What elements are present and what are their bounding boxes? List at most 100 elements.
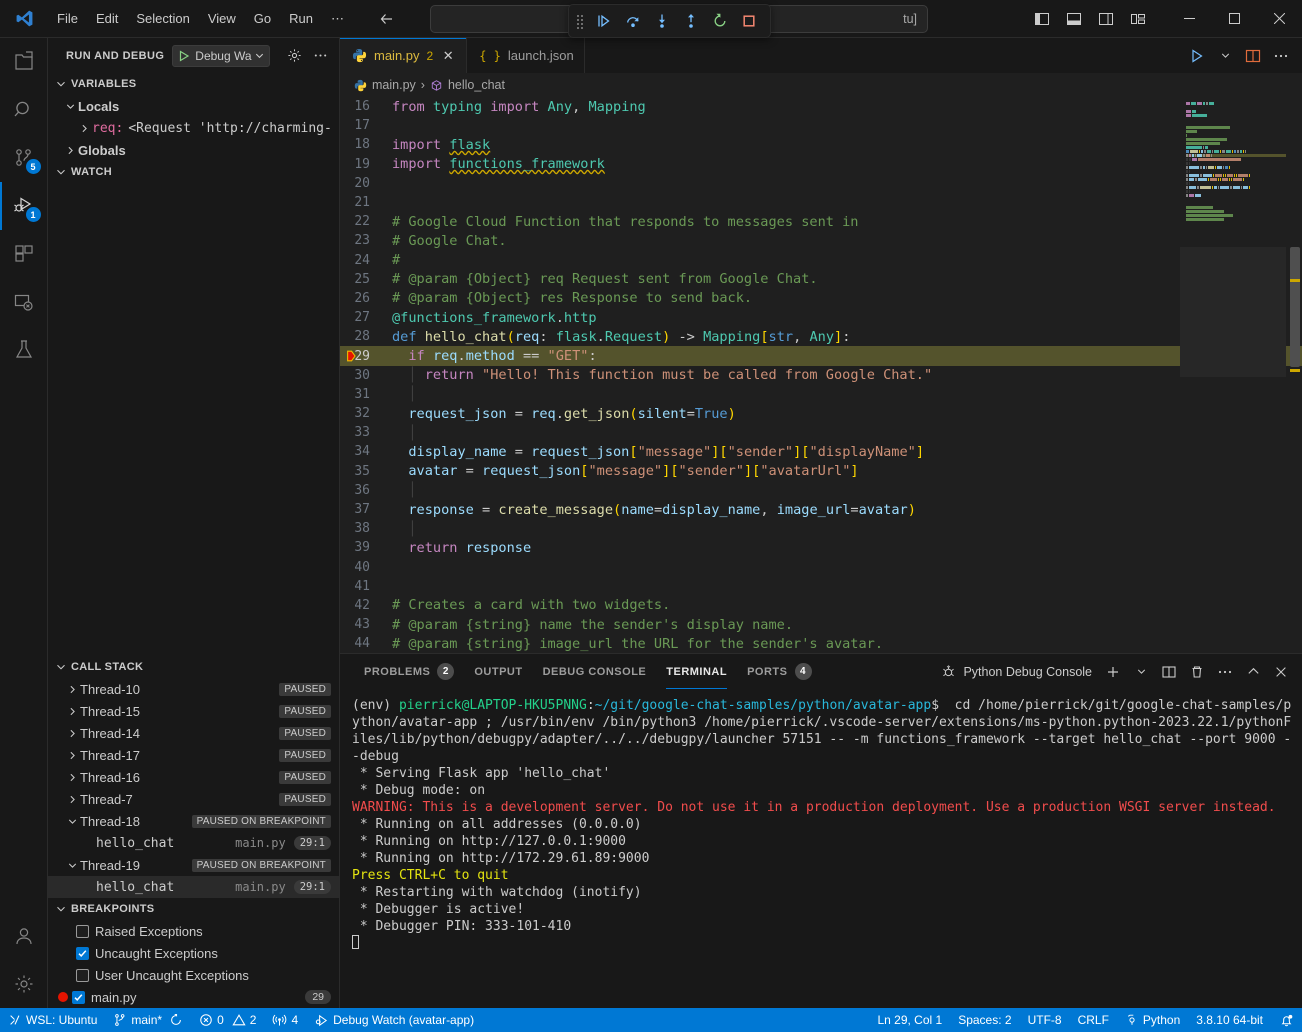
code-line[interactable]: 27@functions_framework.http — [340, 308, 1302, 327]
code-lines[interactable]: 16from typing import Any, Mapping1718imp… — [340, 97, 1302, 653]
call-stack-thread[interactable]: Thread-19 PAUSED ON BREAKPOINT — [48, 854, 339, 876]
activity-search-icon[interactable] — [0, 86, 48, 134]
minimize-button[interactable] — [1167, 0, 1212, 38]
menu-more[interactable]: ⋯ — [322, 7, 353, 31]
call-stack-thread[interactable]: Thread-18 PAUSED ON BREAKPOINT — [48, 810, 339, 832]
editor-scrollbar-thumb[interactable] — [1290, 247, 1300, 367]
menu-edit[interactable]: Edit — [87, 7, 127, 30]
call-stack-frame-selected[interactable]: hello_chat main.py 29:1 — [48, 876, 339, 898]
open-launch-settings-icon[interactable] — [283, 45, 305, 67]
code-line[interactable]: 20 — [340, 174, 1302, 193]
code-line[interactable]: 26# @param {Object} res Response to send… — [340, 289, 1302, 308]
step-out-button[interactable] — [678, 8, 704, 34]
code-line[interactable]: 22# Google Cloud Function that responds … — [340, 212, 1302, 231]
start-debugging-icon[interactable] — [173, 50, 195, 62]
code-line[interactable]: 21 — [340, 193, 1302, 212]
status-indentation[interactable]: Spaces: 2 — [950, 1008, 1019, 1032]
code-line[interactable]: 16from typing import Any, Mapping — [340, 97, 1302, 116]
code-line[interactable]: 35 avatar = request_json["message"]["sen… — [340, 462, 1302, 481]
menu-go[interactable]: Go — [245, 7, 280, 30]
toggle-primary-sidebar-icon[interactable] — [1027, 5, 1057, 33]
call-stack-thread[interactable]: Thread-7 PAUSED — [48, 788, 339, 810]
status-ports[interactable]: 4 — [264, 1008, 306, 1032]
variable-item-req[interactable]: req: <Request 'http://charming-tro… — [48, 117, 339, 139]
code-line[interactable]: 29 if req.method == "GET": — [340, 346, 1302, 365]
tab-terminal[interactable]: TERMINAL — [656, 654, 737, 689]
variables-header[interactable]: VARIABLES — [48, 73, 339, 95]
code-line[interactable]: 25# @param {Object} req Request sent fro… — [340, 270, 1302, 289]
code-line[interactable]: 28def hello_chat(req: flask.Request) -> … — [340, 327, 1302, 346]
minimap[interactable] — [1180, 97, 1286, 653]
code-line[interactable]: 37 response = create_message(name=displa… — [340, 500, 1302, 519]
call-stack-thread[interactable]: Thread-16 PAUSED — [48, 766, 339, 788]
status-eol[interactable]: CRLF — [1070, 1008, 1117, 1032]
terminal-output[interactable]: (env) pierrick@LAPTOP-HKU5PNNG:~/git/goo… — [340, 689, 1302, 1008]
code-line[interactable]: 44# @param {string} image_url the URL fo… — [340, 634, 1302, 653]
breakpoint-item[interactable]: User Uncaught Exceptions — [48, 964, 339, 986]
editor-more-actions-icon[interactable] — [1268, 43, 1294, 69]
drag-handle-icon[interactable] — [577, 15, 584, 28]
code-line[interactable]: 23# Google Chat. — [340, 231, 1302, 250]
split-editor-icon[interactable] — [1240, 43, 1266, 69]
activity-run-and-debug-icon[interactable]: 1 — [0, 182, 48, 230]
status-interpreter[interactable]: 3.8.10 64-bit — [1188, 1008, 1271, 1032]
activity-remote-explorer-icon[interactable] — [0, 278, 48, 326]
menu-file[interactable]: File — [48, 7, 87, 30]
code-line[interactable]: 34 display_name = request_json["message"… — [340, 442, 1302, 461]
breakpoint-checkbox[interactable] — [76, 947, 89, 960]
editor-scrollbar[interactable] — [1288, 97, 1302, 653]
code-line[interactable]: 30 │ return "Hello! This function must b… — [340, 366, 1302, 385]
panel-more-actions-icon[interactable] — [1212, 659, 1238, 685]
split-terminal-icon[interactable] — [1156, 659, 1182, 685]
close-panel-icon[interactable] — [1268, 659, 1294, 685]
code-line[interactable]: 38 │ — [340, 519, 1302, 538]
activity-source-control-icon[interactable]: 5 — [0, 134, 48, 182]
call-stack-thread[interactable]: Thread-15 PAUSED — [48, 700, 339, 722]
breakpoint-item[interactable]: Uncaught Exceptions — [48, 942, 339, 964]
breakpoint-checkbox[interactable] — [76, 969, 89, 982]
activity-accounts-icon[interactable] — [0, 912, 48, 960]
status-branch[interactable]: main* — [105, 1008, 191, 1032]
tab-launch-json[interactable]: { } launch.json — [467, 38, 584, 73]
code-line[interactable]: 33 │ — [340, 423, 1302, 442]
status-notifications[interactable] — [1271, 1008, 1302, 1032]
tab-output[interactable]: OUTPUT — [464, 654, 532, 689]
status-remote-indicator[interactable]: WSL: Ubuntu — [0, 1008, 105, 1032]
status-cursor-position[interactable]: Ln 29, Col 1 — [869, 1008, 950, 1032]
breadcrumb-symbol[interactable]: hello_chat — [448, 78, 505, 92]
activity-manage-settings-icon[interactable] — [0, 960, 48, 1008]
code-line[interactable]: 32 request_json = req.get_json(silent=Tr… — [340, 404, 1302, 423]
status-problems[interactable]: 0 2 — [191, 1008, 264, 1032]
tab-problems[interactable]: PROBLEMS 2 — [354, 654, 464, 689]
code-line[interactable]: 43# @param {string} name the sender's di… — [340, 615, 1302, 634]
code-line[interactable]: 31 │ — [340, 385, 1302, 404]
breakpoint-item-file[interactable]: main.py 29 — [48, 986, 339, 1008]
activity-extensions-icon[interactable] — [0, 230, 48, 278]
run-python-file-icon[interactable] — [1184, 43, 1210, 69]
sidebar-more-actions-icon[interactable] — [309, 45, 331, 67]
restart-button[interactable] — [707, 8, 733, 34]
status-debug-session[interactable]: Debug Watch (avatar-app) — [306, 1008, 482, 1032]
code-line[interactable]: 19import functions_framework — [340, 155, 1302, 174]
toggle-secondary-sidebar-icon[interactable] — [1091, 5, 1121, 33]
launch-configuration-select[interactable]: Debug Wa — [172, 45, 269, 67]
call-stack-thread[interactable]: Thread-17 PAUSED — [48, 744, 339, 766]
breakpoint-item[interactable]: Raised Exceptions — [48, 920, 339, 942]
call-stack-thread[interactable]: Thread-10 PAUSED — [48, 678, 339, 700]
active-terminal-name[interactable]: Python Debug Console — [941, 664, 1098, 679]
tab-main-py[interactable]: main.py 2 ✕ — [340, 38, 467, 73]
watch-header[interactable]: WATCH — [48, 161, 339, 183]
breakpoints-header[interactable]: BREAKPOINTS — [48, 898, 339, 920]
close-icon[interactable]: ✕ — [440, 48, 456, 64]
variables-group-globals[interactable]: Globals — [48, 139, 339, 161]
variables-group-locals[interactable]: Locals — [48, 95, 339, 117]
close-button[interactable] — [1257, 0, 1302, 38]
kill-terminal-icon[interactable] — [1184, 659, 1210, 685]
activity-testing-icon[interactable] — [0, 326, 48, 374]
stop-button[interactable] — [736, 8, 762, 34]
code-line[interactable]: 41 — [340, 577, 1302, 596]
step-into-button[interactable] — [649, 8, 675, 34]
code-line[interactable]: 36 │ — [340, 481, 1302, 500]
new-terminal-icon[interactable] — [1100, 659, 1126, 685]
activity-explorer-icon[interactable] — [0, 38, 48, 86]
